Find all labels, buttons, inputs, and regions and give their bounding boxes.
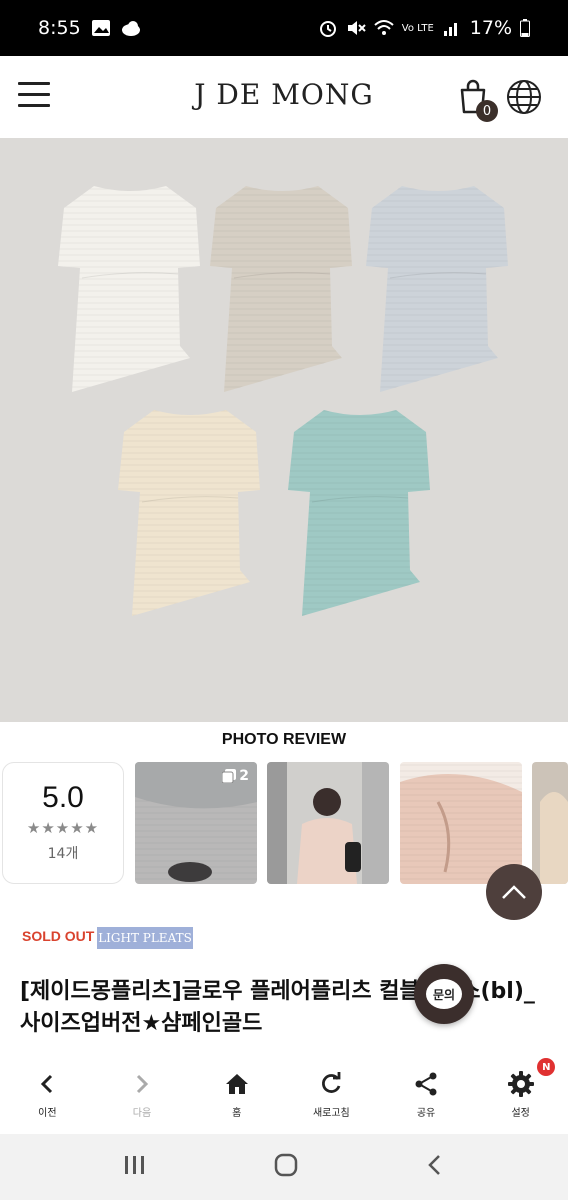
cart-button[interactable]: 0 — [458, 78, 498, 122]
menu-button[interactable] — [18, 82, 50, 110]
menu-icon-bar — [18, 82, 50, 85]
share-icon — [415, 1072, 437, 1096]
review-count: 14개 — [47, 846, 79, 862]
nav-back[interactable]: 이전 — [0, 1058, 95, 1134]
scroll-to-top-button[interactable] — [486, 864, 542, 920]
review-photo — [532, 762, 568, 884]
nav-settings[interactable]: 설정 N — [473, 1058, 568, 1134]
blouse-item — [288, 410, 430, 616]
blouse-item — [210, 186, 352, 392]
review-photo — [267, 762, 389, 884]
chevron-up-icon — [502, 885, 526, 899]
back-system-button[interactable] — [425, 1153, 445, 1181]
nav-refresh[interactable]: 새로고침 — [284, 1058, 379, 1134]
nav-share[interactable]: 공유 — [379, 1058, 474, 1134]
battery-percent: 17% — [469, 17, 512, 39]
product-hero-image[interactable] — [0, 138, 568, 722]
notification-badge: N — [537, 1058, 556, 1076]
blouse-item — [58, 186, 200, 392]
nav-label: 설정 — [511, 1108, 530, 1119]
home-system-button[interactable] — [273, 1152, 299, 1182]
recent-apps-button[interactable] — [123, 1154, 147, 1180]
light-pleats-badge: LIGHT PLEATS — [97, 927, 193, 949]
status-bar: 8:55 Vo LTE 17% — [0, 0, 568, 56]
nav-label: 이전 — [38, 1108, 57, 1119]
menu-icon-bar — [18, 93, 50, 96]
system-navigation-bar — [0, 1134, 568, 1200]
rating-score: 5.0 — [42, 781, 84, 814]
status-time: 8:55 — [38, 17, 81, 39]
app-header: J DE MONG 0 — [0, 56, 568, 138]
multiple-photos-icon — [222, 769, 237, 783]
mute-icon — [347, 21, 366, 35]
photo-count: 2 — [239, 768, 249, 784]
nav-label: 공유 — [416, 1108, 436, 1119]
rating-summary-card[interactable]: 5.0 ★★★★★ 14개 — [2, 762, 124, 884]
review-thumbnail[interactable] — [532, 762, 568, 884]
network-label: Vo LTE — [401, 22, 434, 34]
chat-bubble-icon: 문의 — [426, 979, 462, 1009]
home-circle-icon — [274, 1153, 298, 1177]
nav-home[interactable]: 홈 — [189, 1058, 284, 1134]
wifi-icon — [374, 20, 394, 35]
blouse-item — [118, 410, 260, 616]
star-rating-icon: ★★★★★ — [26, 819, 100, 837]
globe-icon — [507, 80, 541, 114]
refresh-icon — [322, 1072, 341, 1093]
nav-label: 다음 — [132, 1108, 152, 1119]
gear-icon — [507, 1071, 534, 1097]
review-thumbnail[interactable] — [267, 762, 389, 884]
menu-icon-bar — [18, 104, 50, 107]
gallery-icon — [91, 20, 110, 36]
language-button[interactable] — [506, 79, 542, 115]
nav-label: 홈 — [232, 1108, 242, 1119]
alarm-icon — [319, 21, 336, 37]
blouse-item — [366, 186, 508, 392]
photo-count-badge: 2 — [222, 768, 249, 784]
recent-apps-icon — [125, 1156, 144, 1174]
inquiry-chat-button[interactable]: 문의 — [414, 964, 474, 1024]
sold-out-badge: SOLD OUT — [22, 928, 95, 944]
back-arrow-icon — [428, 1155, 440, 1175]
nav-forward[interactable]: 다음 — [95, 1058, 190, 1134]
cloud-icon — [121, 21, 140, 36]
chevron-left-icon — [41, 1074, 53, 1094]
signal-icon — [443, 23, 457, 36]
home-icon — [225, 1074, 248, 1094]
nav-label: 새로고침 — [312, 1108, 350, 1119]
review-thumbnail[interactable]: 2 — [135, 762, 257, 884]
chevron-right-icon — [136, 1074, 149, 1094]
photo-review-title: PHOTO REVIEW — [221, 731, 347, 748]
battery-icon — [520, 19, 530, 37]
cart-count-badge: 0 — [476, 100, 498, 122]
inquiry-label: 문의 — [432, 987, 456, 1002]
bottom-navigation: 이전 다음 홈 새로고침 공유 설정 N — [0, 1058, 568, 1134]
product-photo-blouses — [58, 186, 508, 616]
